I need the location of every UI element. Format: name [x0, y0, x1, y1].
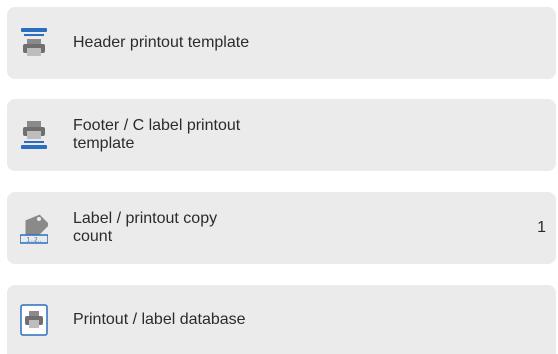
header-printout-icon — [21, 28, 47, 56]
menu-item-label-printout-copy-count[interactable]: 1..2.. Label / printout copy count 1 — [7, 192, 556, 264]
copy-count-value: 1 — [537, 219, 546, 236]
copy-count-icon: 1..2.. — [20, 214, 48, 244]
menu-item-label: Footer / C label printout template — [73, 117, 241, 152]
footer-printout-icon — [21, 121, 47, 149]
menu-item-label: Label / printout copy count — [73, 210, 218, 245]
menu-item-header-printout-template[interactable]: Header printout template — [7, 7, 556, 79]
menu-item-label: Header printout template — [73, 34, 250, 51]
printout-database-icon — [20, 303, 48, 336]
menu-item-footer-printout-template[interactable]: Footer / C label printout template — [7, 99, 556, 171]
svg-text:1..2..: 1..2.. — [26, 237, 41, 244]
menu-item-printout-label-database[interactable]: Printout / label database — [7, 285, 556, 354]
menu-item-label: Printout / label database — [73, 310, 246, 328]
